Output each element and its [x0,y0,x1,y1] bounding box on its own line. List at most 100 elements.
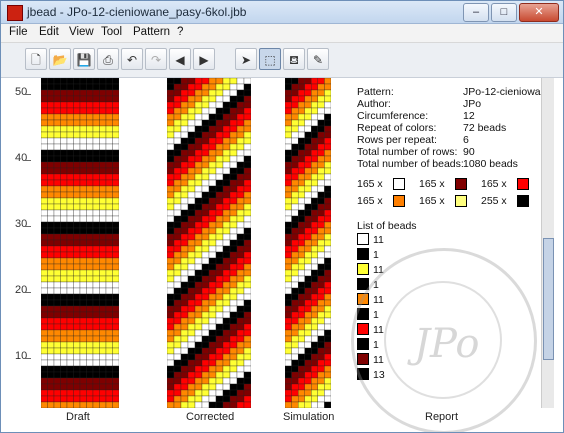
bead[interactable] [41,335,48,343]
bead[interactable] [324,155,331,163]
bead[interactable] [215,185,224,193]
bead[interactable] [47,83,55,91]
bead[interactable] [317,251,325,259]
bead[interactable] [208,335,217,343]
bead[interactable] [222,335,231,343]
bead[interactable] [53,113,61,121]
bead[interactable] [167,137,175,145]
bead[interactable] [53,269,61,277]
bead[interactable] [60,323,68,331]
bead[interactable] [291,395,299,403]
bead[interactable] [201,269,210,277]
bead[interactable] [112,371,120,379]
bead[interactable] [311,395,319,403]
bead[interactable] [105,185,113,193]
bead[interactable] [167,83,175,91]
bead[interactable] [173,89,182,97]
bead[interactable] [187,299,196,307]
bead[interactable] [60,191,68,199]
bead[interactable] [229,395,238,403]
bead[interactable] [311,215,319,223]
bead[interactable] [291,125,299,133]
bead[interactable] [291,293,299,301]
bead[interactable] [112,395,120,403]
bead[interactable] [201,287,210,295]
bead[interactable] [66,113,74,121]
bead[interactable] [99,371,107,379]
bead[interactable] [41,371,48,379]
bead[interactable] [297,203,305,211]
bead[interactable] [60,101,68,109]
bead[interactable] [180,95,189,103]
bead[interactable] [112,263,120,271]
bead[interactable] [236,257,245,265]
bead[interactable] [73,161,81,169]
bead[interactable] [180,239,189,247]
bead[interactable] [47,221,55,229]
bead[interactable] [60,353,68,361]
bead[interactable] [194,383,203,391]
bead[interactable] [291,239,299,247]
bead[interactable] [60,263,68,271]
bead[interactable] [187,371,196,379]
bead[interactable] [222,167,231,175]
bead[interactable] [112,203,120,211]
bead[interactable] [311,179,319,187]
bead[interactable] [86,353,94,361]
bead[interactable] [60,107,68,115]
bead[interactable] [229,353,238,361]
bead[interactable] [324,191,331,199]
bead[interactable] [222,191,231,199]
bead[interactable] [47,155,55,163]
bead[interactable] [324,401,331,408]
bead[interactable] [243,101,251,109]
bead[interactable] [311,95,319,103]
bead[interactable] [60,113,68,121]
bead[interactable] [173,395,182,403]
bead[interactable] [291,251,299,259]
bead[interactable] [105,341,113,349]
bead[interactable] [297,263,305,271]
bead[interactable] [311,233,319,241]
bead[interactable] [194,149,203,157]
bead[interactable] [167,89,175,97]
bead[interactable] [304,341,312,349]
bead[interactable] [66,107,74,115]
bead[interactable] [208,395,217,403]
bead[interactable] [173,293,182,301]
bead[interactable] [180,209,189,217]
bead[interactable] [86,371,94,379]
bead[interactable] [311,281,319,289]
bead[interactable] [297,131,305,139]
bead[interactable] [243,245,251,253]
bead[interactable] [99,131,107,139]
bead[interactable] [41,251,48,259]
bead[interactable] [222,113,231,121]
bead[interactable] [194,245,203,253]
bead[interactable] [73,143,81,151]
bead[interactable] [53,323,61,331]
bead[interactable] [73,383,81,391]
bead[interactable] [73,281,81,289]
bead[interactable] [66,83,74,91]
bead[interactable] [112,317,120,325]
bead[interactable] [208,257,217,265]
bead[interactable] [112,167,120,175]
bead[interactable] [173,251,182,259]
bead[interactable] [201,173,210,181]
bead[interactable] [79,149,87,157]
bead[interactable] [215,239,224,247]
bead[interactable] [79,263,87,271]
bead[interactable] [222,311,231,319]
bead[interactable] [304,233,312,241]
bead[interactable] [208,251,217,259]
bead[interactable] [317,209,325,217]
bead[interactable] [86,131,94,139]
bead[interactable] [105,347,113,355]
bead[interactable] [208,323,217,331]
bead[interactable] [79,239,87,247]
bead[interactable] [285,245,292,253]
bead[interactable] [47,269,55,277]
bead[interactable] [173,125,182,133]
bead[interactable] [236,269,245,277]
